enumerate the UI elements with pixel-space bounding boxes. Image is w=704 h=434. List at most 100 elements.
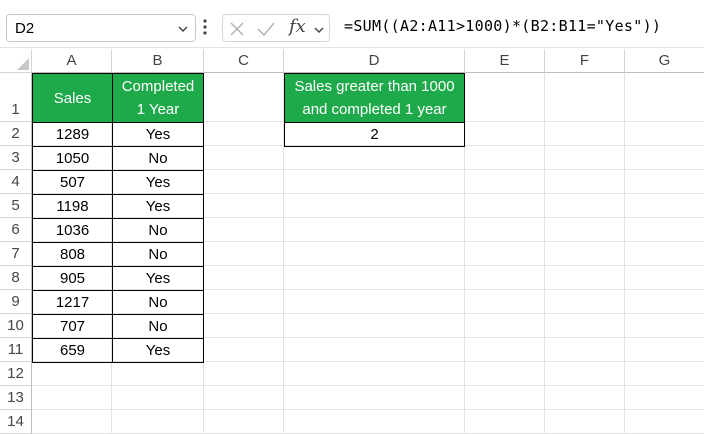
grid-cell[interactable] <box>545 218 625 242</box>
grid-cell[interactable] <box>545 362 625 386</box>
column-header-a[interactable]: A <box>32 49 112 73</box>
grid-cell[interactable] <box>204 410 284 434</box>
grid-cell[interactable] <box>465 73 545 122</box>
sales-cell[interactable]: 1198 <box>32 194 113 219</box>
column-header-b[interactable]: B <box>112 49 204 73</box>
grid-cell[interactable] <box>32 362 112 386</box>
grid-cell[interactable] <box>284 146 465 170</box>
row-header[interactable]: 13 <box>0 386 32 410</box>
grid-cell[interactable] <box>545 338 625 362</box>
column-header-g[interactable]: G <box>625 49 704 73</box>
grid-cell[interactable] <box>545 73 625 122</box>
grid-cell[interactable] <box>465 266 545 290</box>
grid-cell[interactable] <box>625 410 704 434</box>
sales-cell[interactable]: 808 <box>32 242 113 267</box>
row-header[interactable]: 3 <box>0 146 32 170</box>
grid-cell[interactable] <box>545 122 625 146</box>
grid-cell[interactable] <box>625 386 704 410</box>
grid-cell[interactable] <box>284 362 465 386</box>
row-header[interactable]: 10 <box>0 314 32 338</box>
grid-cell[interactable] <box>284 170 465 194</box>
grid-cell[interactable] <box>625 122 704 146</box>
grid-cell[interactable] <box>625 362 704 386</box>
grid-cell[interactable] <box>204 218 284 242</box>
row-header[interactable]: 6 <box>0 218 32 242</box>
formula-input[interactable]: =SUM((A2:A11>1000)*(B2:B11="Yes")) <box>344 17 661 35</box>
row-header[interactable]: 11 <box>0 338 32 362</box>
grid-cell[interactable] <box>204 122 284 146</box>
grid-cell[interactable] <box>204 170 284 194</box>
sales-cell[interactable]: 659 <box>32 338 113 363</box>
grid-cell[interactable] <box>204 314 284 338</box>
grid-cell[interactable] <box>465 410 545 434</box>
cell-d2[interactable]: 2 <box>284 122 465 147</box>
grid-cell[interactable] <box>465 146 545 170</box>
select-all-corner[interactable] <box>0 49 32 73</box>
grid-cell[interactable] <box>545 410 625 434</box>
grid-cell[interactable] <box>284 194 465 218</box>
grid-cell[interactable] <box>545 290 625 314</box>
grid-cell[interactable] <box>465 290 545 314</box>
sales-cell[interactable]: 905 <box>32 266 113 291</box>
grid-cell[interactable] <box>465 170 545 194</box>
grid-cell[interactable] <box>465 218 545 242</box>
grid-cell[interactable] <box>204 266 284 290</box>
grid-cell[interactable] <box>545 386 625 410</box>
grid-cell[interactable] <box>625 146 704 170</box>
grid-cell[interactable] <box>284 242 465 266</box>
grid-cell[interactable] <box>625 218 704 242</box>
row-header[interactable]: 12 <box>0 362 32 386</box>
grid-cell[interactable] <box>625 338 704 362</box>
grid-cell[interactable] <box>465 314 545 338</box>
completed-cell[interactable]: No <box>112 242 204 267</box>
cell-a1[interactable]: Sales <box>32 73 113 123</box>
grid-cell[interactable] <box>625 242 704 266</box>
grid-cell[interactable] <box>284 410 465 434</box>
grid-cell[interactable] <box>204 362 284 386</box>
grid-cell[interactable] <box>284 218 465 242</box>
grid-cell[interactable] <box>545 266 625 290</box>
grid-cell[interactable] <box>284 338 465 362</box>
grid-cell[interactable] <box>204 290 284 314</box>
grid-cell[interactable] <box>625 170 704 194</box>
grid-cell[interactable] <box>204 73 284 122</box>
sales-cell[interactable]: 1036 <box>32 218 113 243</box>
row-header[interactable]: 2 <box>0 122 32 146</box>
grid-cell[interactable] <box>32 386 112 410</box>
sales-cell[interactable]: 1050 <box>32 146 113 171</box>
completed-cell[interactable]: No <box>112 218 204 243</box>
row-header[interactable]: 1 <box>0 73 32 122</box>
column-header-f[interactable]: F <box>545 49 625 73</box>
completed-cell[interactable]: Yes <box>112 170 204 195</box>
grid-cell[interactable] <box>465 338 545 362</box>
sales-cell[interactable]: 1217 <box>32 290 113 315</box>
completed-cell[interactable]: Yes <box>112 122 204 147</box>
sales-cell[interactable]: 1289 <box>32 122 113 147</box>
grid-cell[interactable] <box>465 386 545 410</box>
grid-cell[interactable] <box>284 314 465 338</box>
grid-cell[interactable] <box>625 73 704 122</box>
row-header[interactable]: 9 <box>0 290 32 314</box>
grid-cell[interactable] <box>112 362 204 386</box>
more-options-icon[interactable] <box>203 18 207 41</box>
cancel-icon[interactable] <box>228 20 246 43</box>
grid-cell[interactable] <box>545 170 625 194</box>
completed-cell[interactable]: No <box>112 146 204 171</box>
grid-cell[interactable] <box>545 194 625 218</box>
enter-check-icon[interactable] <box>256 20 276 43</box>
row-header[interactable]: 14 <box>0 410 32 434</box>
grid-cell[interactable] <box>465 362 545 386</box>
grid-cell[interactable] <box>32 410 112 434</box>
row-header[interactable]: 8 <box>0 266 32 290</box>
grid-cell[interactable] <box>625 290 704 314</box>
sales-cell[interactable]: 707 <box>32 314 113 339</box>
row-header[interactable]: 7 <box>0 242 32 266</box>
name-box[interactable]: D2 <box>6 14 196 42</box>
grid-cell[interactable] <box>545 146 625 170</box>
grid-cell[interactable] <box>545 242 625 266</box>
grid-cell[interactable] <box>204 242 284 266</box>
completed-cell[interactable]: No <box>112 314 204 339</box>
grid-cell[interactable] <box>625 266 704 290</box>
grid-cell[interactable] <box>204 386 284 410</box>
grid-cell[interactable] <box>204 338 284 362</box>
